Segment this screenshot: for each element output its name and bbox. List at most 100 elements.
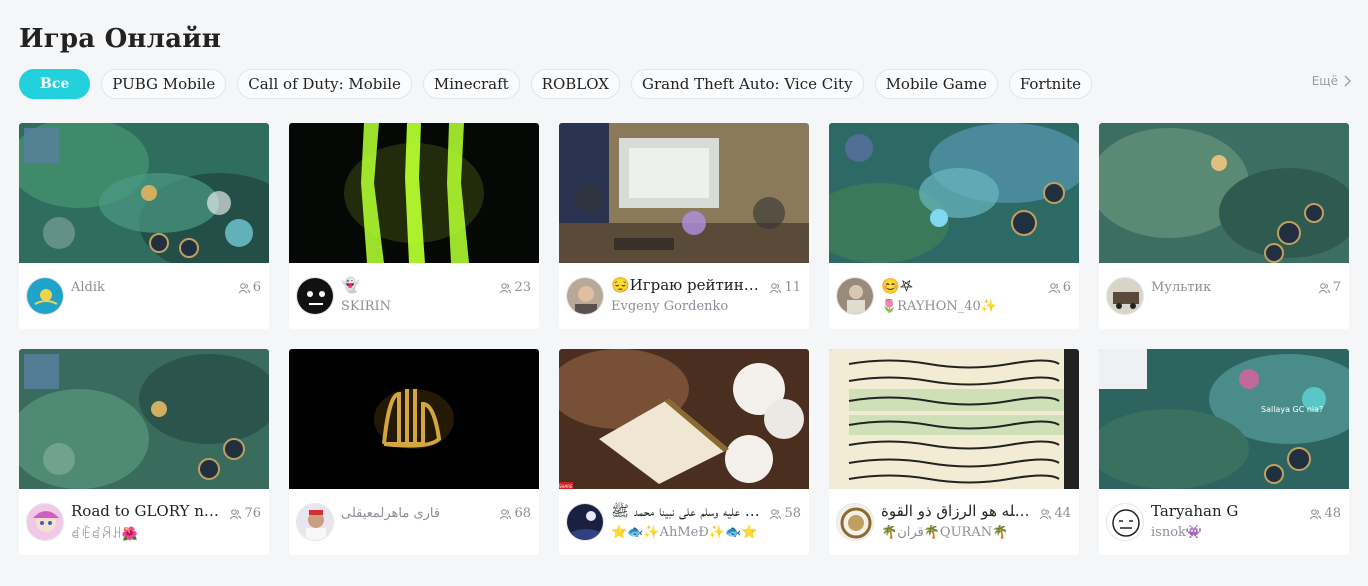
people-icon bbox=[770, 282, 782, 293]
streamer-name[interactable]: 🌴قرآن🌴QURAN🌴 bbox=[881, 525, 1041, 540]
chip-minecraft[interactable]: Minecraft bbox=[422, 69, 520, 99]
viewer-count-value: 6 bbox=[252, 280, 261, 295]
chip-pubg-mobile[interactable]: PUBG Mobile bbox=[101, 69, 227, 99]
people-icon bbox=[1048, 282, 1060, 293]
stream-grid: Aldik 6 👻 SKIRIN 23 😔Играю рейтин… Evgen… bbox=[19, 123, 1349, 555]
stream-title[interactable]: 👻 bbox=[341, 276, 491, 294]
avatar[interactable] bbox=[26, 503, 64, 541]
people-icon bbox=[230, 508, 242, 519]
stream-thumbnail[interactable] bbox=[1099, 123, 1349, 263]
stream-meta: 👻 SKIRIN 23 bbox=[289, 263, 539, 329]
viewer-count: 6 bbox=[1048, 280, 1071, 295]
viewer-count: 58 bbox=[769, 506, 801, 521]
stream-meta: Aldik 6 bbox=[19, 263, 269, 329]
streamer-name[interactable]: isnok👾 bbox=[1151, 525, 1311, 540]
stream-thumbnail[interactable] bbox=[829, 123, 1079, 263]
stream-card[interactable]: Sallaya GC nia? Taryahan G isnok👾 48 bbox=[1099, 349, 1349, 555]
avatar[interactable] bbox=[836, 277, 874, 315]
stream-title[interactable]: Taryahan G bbox=[1151, 502, 1301, 520]
stream-meta: 😔Играю рейтин… Evgeny Gordenko 11 bbox=[559, 263, 809, 329]
chip-all[interactable]: Все bbox=[19, 69, 91, 99]
viewer-count-value: 6 bbox=[1062, 280, 1071, 295]
stream-title[interactable]: Road to GLORY n… bbox=[71, 502, 221, 520]
chevron-right-icon bbox=[1344, 75, 1351, 87]
viewer-count: 68 bbox=[499, 506, 531, 521]
viewer-count: 44 bbox=[1039, 506, 1071, 521]
stream-thumbnail[interactable] bbox=[289, 349, 539, 489]
stream-meta: إن الله هو الرزاق ذو القوة 🌴قرآن🌴QURAN🌴 … bbox=[829, 489, 1079, 555]
people-icon bbox=[500, 508, 512, 519]
stream-title[interactable]: 😊𖤐 bbox=[881, 276, 1031, 296]
more-link[interactable]: Ещё bbox=[1312, 74, 1352, 88]
people-icon bbox=[1318, 282, 1330, 293]
stream-card[interactable]: 😊𖤐 🌷RAYHON_40✨ 6 bbox=[829, 123, 1079, 329]
viewer-count-value: 58 bbox=[784, 506, 801, 521]
viewer-count-value: 7 bbox=[1332, 280, 1341, 295]
avatar[interactable] bbox=[296, 503, 334, 541]
avatar[interactable] bbox=[1106, 503, 1144, 541]
stream-title[interactable]: 😔Играю рейтин… bbox=[611, 276, 761, 294]
stream-thumbnail[interactable]: Sallaya GC nia? bbox=[1099, 349, 1349, 489]
avatar[interactable] bbox=[296, 277, 334, 315]
people-icon bbox=[770, 508, 782, 519]
avatar[interactable] bbox=[836, 503, 874, 541]
streamer-name[interactable]: قارى ماهرلمعيقلى bbox=[341, 506, 440, 521]
people-icon bbox=[500, 282, 512, 293]
viewer-count-value: 11 bbox=[784, 280, 801, 295]
stream-card[interactable]: Aldik 6 bbox=[19, 123, 269, 329]
chip-roblox[interactable]: ROBLOX bbox=[530, 69, 620, 99]
people-icon bbox=[1040, 508, 1052, 519]
viewer-count: 23 bbox=[499, 280, 531, 295]
stream-card[interactable]: 😔Играю рейтин… Evgeny Gordenko 11 bbox=[559, 123, 809, 329]
streamer-name[interactable]: SKIRIN bbox=[341, 299, 501, 314]
viewer-count: 11 bbox=[769, 280, 801, 295]
stream-meta: Road to GLORY n… ꀸꍟꀸꋪꃅ🌺 76 bbox=[19, 489, 269, 555]
stream-card[interactable]: صلى الله عليه وسلم على نبينا محمد ﷺ… ⭐🐟✨… bbox=[559, 349, 809, 555]
people-icon bbox=[1310, 508, 1322, 519]
share-badge: SHARE bbox=[559, 484, 573, 489]
chip-fortnite[interactable]: Fortnite bbox=[1008, 69, 1093, 99]
stream-meta: Taryahan G isnok👾 48 bbox=[1099, 489, 1349, 555]
chip-mobile-game[interactable]: Mobile Game bbox=[874, 69, 998, 99]
stream-title[interactable]: صلى الله عليه وسلم على نبينا محمد ﷺ… bbox=[611, 502, 761, 524]
streamer-name[interactable]: Aldik bbox=[71, 280, 105, 295]
stream-meta: صلى الله عليه وسلم على نبينا محمد ﷺ… ⭐🐟✨… bbox=[559, 489, 809, 555]
avatar[interactable] bbox=[566, 503, 604, 541]
chip-call-of-duty-mobile[interactable]: Call of Duty: Mobile bbox=[237, 69, 412, 99]
streamer-name[interactable]: Evgeny Gordenko bbox=[611, 299, 771, 314]
viewer-count: 76 bbox=[229, 506, 261, 521]
viewer-count-value: 76 bbox=[244, 506, 261, 521]
stream-thumbnail[interactable] bbox=[559, 349, 809, 489]
stream-card[interactable]: إن الله هو الرزاق ذو القوة 🌴قرآن🌴QURAN🌴 … bbox=[829, 349, 1079, 555]
streamer-name[interactable]: Мультик bbox=[1151, 280, 1211, 295]
viewer-count-value: 68 bbox=[514, 506, 531, 521]
streamer-name[interactable]: ꀸꍟꀸꋪꃅ🌺 bbox=[71, 525, 231, 542]
chip-gta-vice-city[interactable]: Grand Theft Auto: Vice City bbox=[630, 69, 864, 99]
stream-card[interactable]: 👻 SKIRIN 23 bbox=[289, 123, 539, 329]
viewer-count: 7 bbox=[1318, 280, 1341, 295]
stream-thumbnail[interactable] bbox=[559, 123, 809, 263]
stream-card[interactable]: قارى ماهرلمعيقلى 68 bbox=[289, 349, 539, 555]
stream-thumbnail[interactable] bbox=[829, 349, 1079, 489]
stream-meta: قارى ماهرلمعيقلى 68 bbox=[289, 489, 539, 555]
viewer-count-value: 48 bbox=[1324, 506, 1341, 521]
stream-thumbnail[interactable] bbox=[289, 123, 539, 263]
viewer-count-value: 44 bbox=[1054, 506, 1071, 521]
streamer-name[interactable]: ⭐🐟✨AhMeÐ✨🐟⭐ bbox=[611, 525, 771, 540]
stream-title[interactable]: إن الله هو الرزاق ذو القوة bbox=[881, 502, 1031, 520]
stream-meta: 😊𖤐 🌷RAYHON_40✨ 6 bbox=[829, 263, 1079, 329]
stream-card[interactable]: Мультик 7 bbox=[1099, 123, 1349, 329]
streamer-name[interactable]: 🌷RAYHON_40✨ bbox=[881, 299, 1041, 314]
avatar[interactable] bbox=[26, 277, 64, 315]
people-icon bbox=[238, 282, 250, 293]
avatar[interactable] bbox=[566, 277, 604, 315]
thumbnail-overlay-text: Sallaya GC nia? bbox=[1261, 405, 1324, 414]
stream-card[interactable]: Road to GLORY n… ꀸꍟꀸꋪꃅ🌺 76 bbox=[19, 349, 269, 555]
category-filter-bar: Все PUBG Mobile Call of Duty: Mobile Min… bbox=[19, 69, 1093, 99]
avatar[interactable] bbox=[1106, 277, 1144, 315]
stream-thumbnail[interactable] bbox=[19, 349, 269, 489]
stream-thumbnail[interactable] bbox=[19, 123, 269, 263]
viewer-count: 48 bbox=[1309, 506, 1341, 521]
more-label: Ещё bbox=[1311, 74, 1338, 88]
viewer-count-value: 23 bbox=[514, 280, 531, 295]
